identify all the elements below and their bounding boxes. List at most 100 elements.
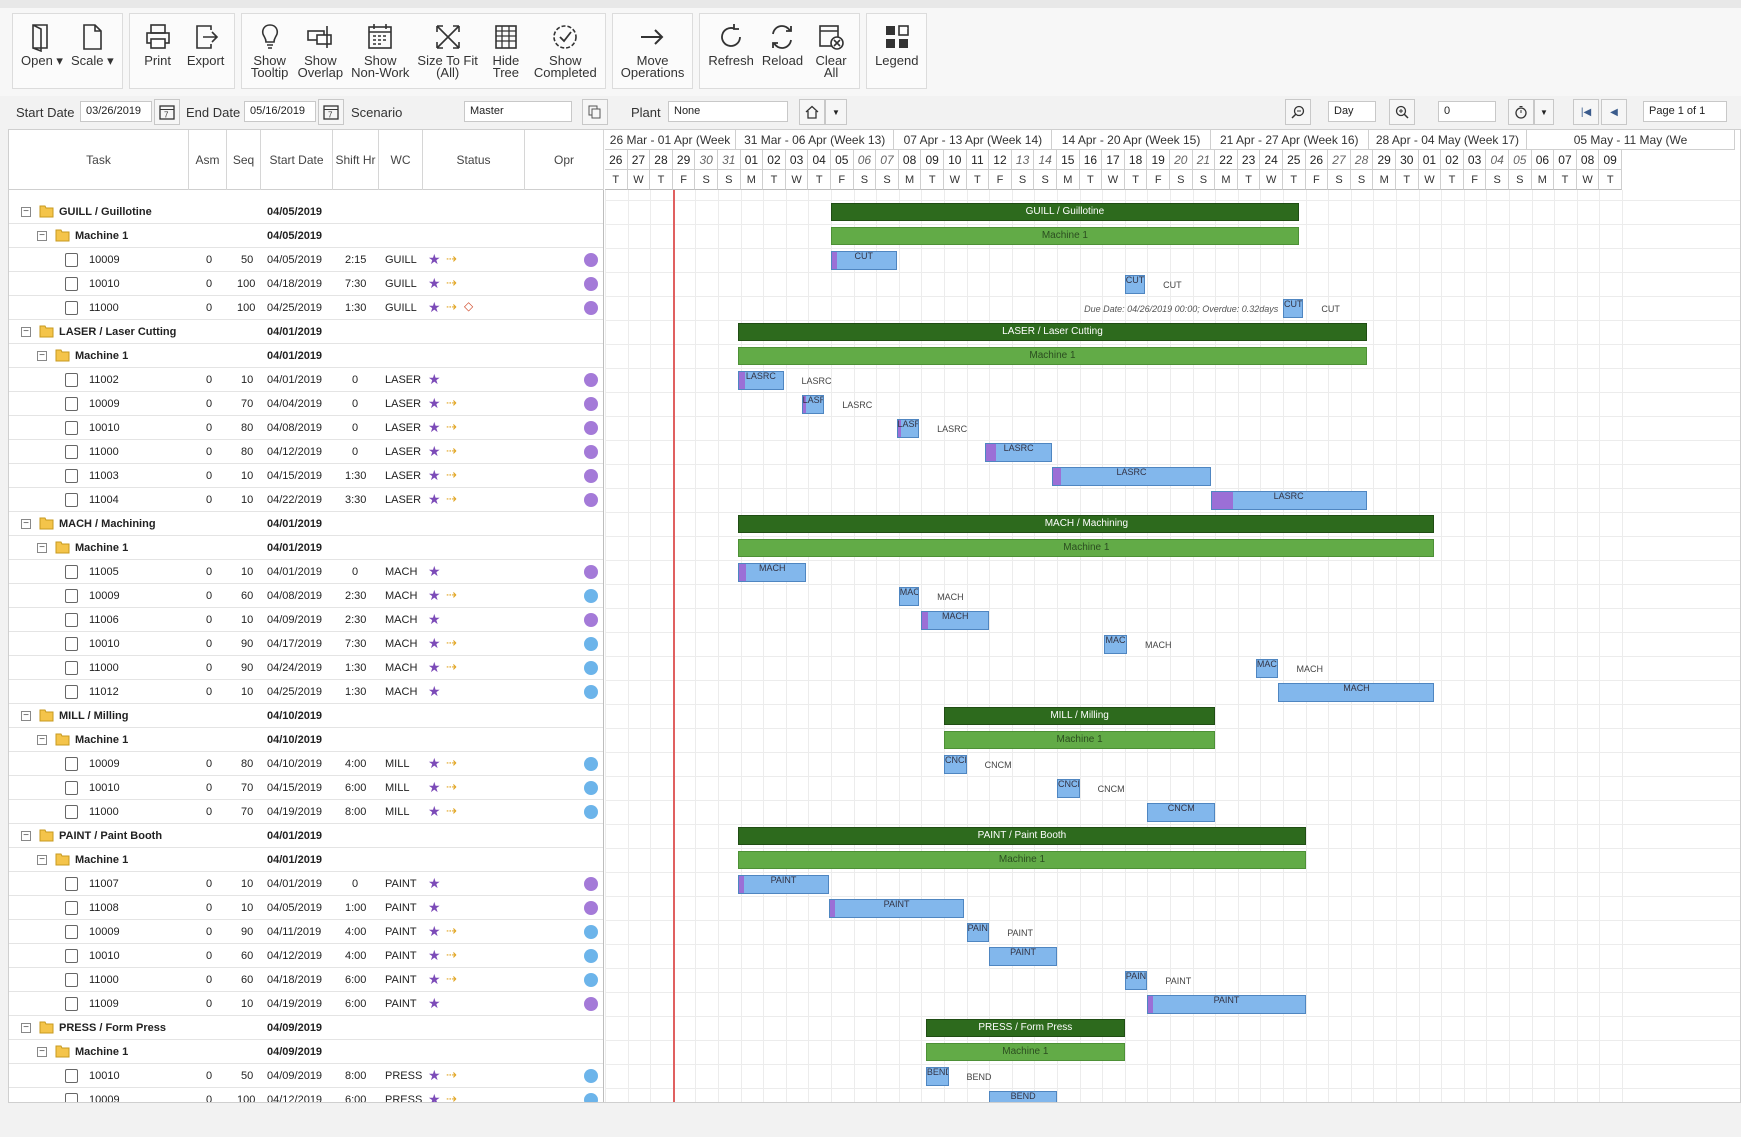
workcenter-row[interactable]: − GUILL / Guillotine 04/05/2019 [9,200,603,224]
open-button[interactable]: Open ▾ [17,16,67,86]
task-row[interactable]: 10010 0 90 04/17/2019 7:30 MACH ★ ⇢ [9,632,603,656]
collapse-toggle[interactable]: − [37,351,47,361]
workcenter-summary-bar[interactable]: PRESS / Form Press [925,1019,1125,1037]
task-checkbox[interactable] [65,397,78,411]
workcenter-summary-bar[interactable]: PAINT / Paint Booth [738,827,1306,845]
clear-all-button[interactable]: Clear All [807,16,855,86]
operation-bar[interactable]: CNCM [1147,803,1216,822]
task-checkbox[interactable] [65,421,78,435]
collapse-toggle[interactable]: − [21,519,31,529]
legend-button[interactable]: Legend [871,16,922,86]
operation-bar[interactable]: MACH [1255,659,1279,678]
workcenter-row[interactable]: − MILL / Milling 04/10/2019 [9,704,603,728]
workcenter-summary-bar[interactable]: MACH / Machining [738,515,1435,533]
operation-bar[interactable]: BEND [925,1067,949,1086]
operation-bar[interactable]: CNCM [944,755,967,774]
operation-bar[interactable]: PAINT [1147,995,1306,1014]
task-checkbox[interactable] [65,661,78,675]
timer-button[interactable] [1508,99,1534,125]
workcenter-row[interactable]: − LASER / Laser Cutting 04/01/2019 [9,320,603,344]
workcenter-summary-bar[interactable]: LASER / Laser Cutting [738,323,1367,341]
offset-field[interactable]: 0 [1438,101,1496,122]
plant-dropdown-button[interactable]: ▼ [825,99,847,125]
task-row[interactable]: 11000 0 100 04/25/2019 1:30 GUILL ★ ⇢ ◇ [9,296,603,320]
task-checkbox[interactable] [65,565,78,579]
task-row[interactable]: 11005 0 10 04/01/2019 0 MACH ★ [9,560,603,584]
task-row[interactable]: 10009 0 70 04/04/2019 0 LASER ★ ⇢ [9,392,603,416]
reload-button[interactable]: Reload [758,16,807,86]
task-checkbox[interactable] [65,997,78,1011]
column-header-opr[interactable]: Opr [525,130,604,190]
task-row[interactable]: 11002 0 10 04/01/2019 0 LASER ★ [9,368,603,392]
zoom-unit-field[interactable]: Day [1328,101,1376,122]
column-header-start-date[interactable]: Start Date [261,130,333,190]
end-date-field[interactable]: 05/16/2019 [244,101,316,122]
task-checkbox[interactable] [65,877,78,891]
task-checkbox[interactable] [65,901,78,915]
workcenter-row[interactable]: − PAINT / Paint Booth 04/01/2019 [9,824,603,848]
task-row[interactable]: 11000 0 90 04/24/2019 1:30 MACH ★ ⇢ [9,656,603,680]
task-checkbox[interactable] [65,301,78,315]
collapse-toggle[interactable]: − [21,1023,31,1033]
hide-tree-button[interactable]: Hide Tree [482,16,530,86]
task-row[interactable]: 10010 0 80 04/08/2019 0 LASER ★ ⇢ [9,416,603,440]
operation-bar[interactable]: LASRC [801,395,825,414]
operation-bar[interactable]: PAINT [966,923,990,942]
collapse-toggle[interactable]: − [21,327,31,337]
refresh-button[interactable]: Refresh [704,16,758,86]
operation-bar[interactable]: CUT [1124,275,1146,294]
zoom-out-button[interactable] [1285,99,1311,125]
column-header-shift-hr[interactable]: Shift Hr [333,130,379,190]
task-checkbox[interactable] [65,637,78,651]
task-checkbox[interactable] [65,781,78,795]
machine-summary-bar[interactable]: Machine 1 [738,539,1435,557]
machine-row[interactable]: − Machine 1 04/01/2019 [9,848,603,872]
task-checkbox[interactable] [65,469,78,483]
collapse-toggle[interactable]: − [37,1047,47,1057]
operation-bar[interactable]: CUT [831,251,897,270]
machine-summary-bar[interactable]: Machine 1 [925,1043,1125,1061]
collapse-toggle[interactable]: − [21,831,31,841]
plant-field[interactable]: None [668,101,788,122]
task-row[interactable]: 10010 0 60 04/12/2019 4:00 PAINT ★ ⇢ [9,944,603,968]
task-checkbox[interactable] [65,253,78,267]
machine-summary-bar[interactable]: Machine 1 [944,731,1216,749]
start-date-picker-button[interactable]: 7 [154,99,180,125]
task-row[interactable]: 10009 0 80 04/10/2019 4:00 MILL ★ ⇢ [9,752,603,776]
task-row[interactable]: 11003 0 10 04/15/2019 1:30 LASER ★ ⇢ [9,464,603,488]
task-checkbox[interactable] [65,949,78,963]
print-button[interactable]: Print [134,16,182,86]
task-row[interactable]: 11004 0 10 04/22/2019 3:30 LASER ★ ⇢ [9,488,603,512]
operation-bar[interactable]: CNCM [1057,779,1080,798]
show-completed-button[interactable]: Show Completed [530,16,601,86]
operation-bar[interactable]: PAINT [828,899,965,918]
collapse-toggle[interactable]: − [37,855,47,865]
task-checkbox[interactable] [65,613,78,627]
show-overlap-button[interactable]: Show Overlap [294,16,348,86]
scenario-field[interactable]: Master [464,101,572,122]
first-page-button[interactable]: |◀ [1573,99,1599,125]
collapse-toggle[interactable]: − [37,735,47,745]
machine-summary-bar[interactable]: Machine 1 [738,347,1367,365]
start-date-field[interactable]: 03/26/2019 [80,101,152,122]
operation-bar[interactable]: PAINT [1124,971,1148,990]
task-row[interactable]: 10009 0 100 04/12/2019 6:00 PRESS ★ ⇢ [9,1088,603,1102]
task-checkbox[interactable] [65,1069,78,1083]
task-row[interactable]: 10010 0 70 04/15/2019 6:00 MILL ★ ⇢ [9,776,603,800]
task-checkbox[interactable] [65,757,78,771]
plant-home-button[interactable] [799,99,825,125]
machine-row[interactable]: − Machine 1 04/09/2019 [9,1040,603,1064]
task-checkbox[interactable] [65,493,78,507]
operation-bar[interactable]: LASRC [1052,467,1211,486]
scale-button[interactable]: Scale ▾ [67,16,118,86]
task-row[interactable]: 11009 0 10 04/19/2019 6:00 PAINT ★ [9,992,603,1016]
task-checkbox[interactable] [65,277,78,291]
task-row[interactable]: 11008 0 10 04/05/2019 1:00 PAINT ★ [9,896,603,920]
move-operations-button[interactable]: Move Operations [617,16,689,86]
operation-bar[interactable]: LASRC [738,371,784,390]
timer-dropdown-button[interactable]: ▼ [1534,99,1554,125]
task-checkbox[interactable] [65,1093,78,1102]
task-checkbox[interactable] [65,925,78,939]
operation-bar[interactable]: MACH [921,611,990,630]
task-row[interactable]: 10009 0 90 04/11/2019 4:00 PAINT ★ ⇢ [9,920,603,944]
